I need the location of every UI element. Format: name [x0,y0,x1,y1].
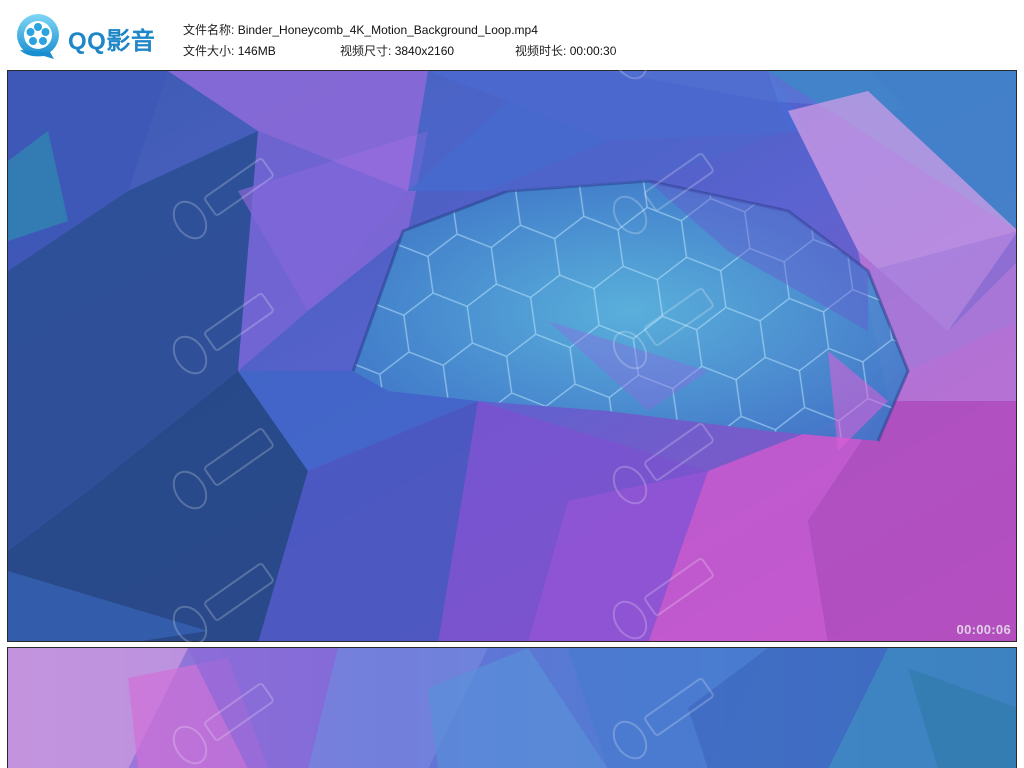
frame-2-image [8,648,1016,768]
duration-label: 视频时长: [515,44,567,58]
app-logo: QQ影音 [14,12,164,60]
qq-player-logo-icon [17,14,59,59]
duration-row: 视频时长: 00:00:30 [515,42,616,59]
video-frame-1[interactable]: 00:00:06 [7,70,1017,642]
frame-1-timestamp: 00:00:06 [956,622,1011,637]
video-frame-2[interactable] [7,647,1017,768]
file-name-row: 文件名称: Binder_Honeycomb_4K_Motion_Backgro… [183,21,538,38]
file-size-label: 文件大小: [183,44,235,58]
duration-value: 00:00:30 [569,44,617,58]
app-logo-text: QQ影音 [68,28,156,55]
resolution-label: 视频尺寸: [340,44,392,58]
file-size-value: 146MB [237,44,276,58]
header: QQ影音 文件名称: Binder_Honeycomb_4K_Motion_Ba… [0,0,1024,68]
file-name-value: Binder_Honeycomb_4K_Motion_Background_Lo… [237,23,538,37]
resolution-row: 视频尺寸: 3840x2160 [340,42,454,59]
frame-1-image [8,71,1016,641]
file-size-row: 文件大小: 146MB [183,42,276,59]
file-name-label: 文件名称: [183,23,235,37]
resolution-value: 3840x2160 [394,44,455,58]
